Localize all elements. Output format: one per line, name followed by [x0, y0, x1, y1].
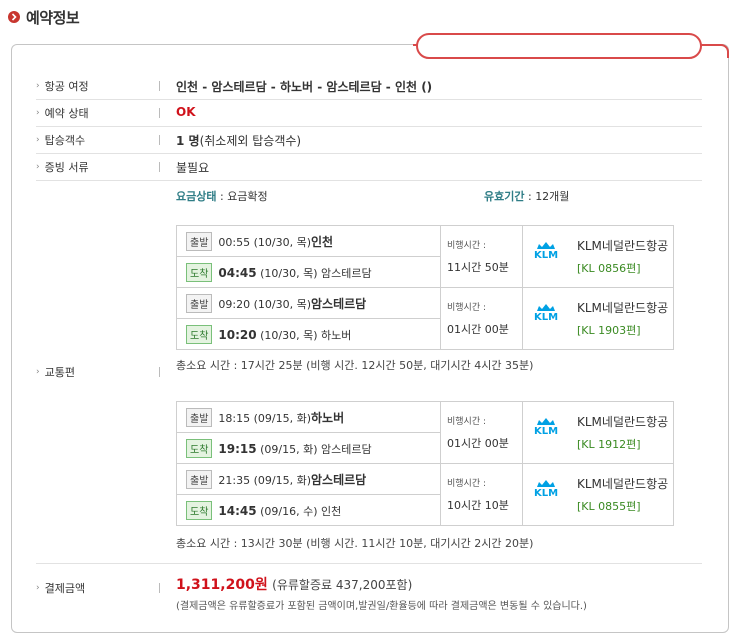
- itinerary-label: › 항공 여정: [36, 80, 89, 93]
- departure-segment: 출발 21:35 (09/15, 화)암스테르담: [176, 463, 441, 495]
- departure-segment: 출발 00:55 (10/30, 목)인천: [176, 225, 441, 257]
- fare-status: 요금상태 : 요금확정: [176, 190, 268, 203]
- itinerary-value: 인천 - 암스테르담 - 하노버 - 암스테르담 - 인천 (): [176, 80, 433, 94]
- arrival-segment: 도착 14:45 (09/16, 수) 인천: [176, 494, 441, 526]
- page-header: 예약정보: [8, 6, 80, 28]
- klm-crown-icon: KLM: [531, 479, 561, 499]
- table-row: 출발 00:55 (10/30, 목)인천 비행시간 :11시간 50분 KLM …: [176, 225, 674, 288]
- fare-validity: 유효기간 : 12개월: [484, 190, 570, 203]
- airline-cell: KLM KLM네덜란드항공 [KL 1903편]: [522, 287, 674, 350]
- table-row: 출발 09:20 (10/30, 목)암스테르담 비행시간 :01시간 00분 K…: [176, 287, 674, 350]
- flight-duration: 비행시간 :10시간 10분: [440, 463, 523, 526]
- departure-segment: 출발 09:20 (10/30, 목)암스테르담: [176, 287, 441, 319]
- flight-duration: 비행시간 :11시간 50분: [440, 225, 523, 288]
- klm-crown-icon: KLM: [531, 241, 561, 261]
- table-row: 출발 21:35 (09/15, 화)암스테르담 비행시간 :10시간 10분 K…: [176, 463, 674, 526]
- airline-cell: KLM KLM네덜란드항공 [KL 0856편]: [522, 225, 674, 288]
- outbound-total-time: 총소요 시간 : 17시간 25분 (비행 시간. 12시간 50분, 대기시간…: [176, 359, 534, 372]
- documents-value: 불필요: [176, 161, 210, 175]
- table-row: 출발 18:15 (09/15, 화)하노버 비행시간 :01시간 00분 KLM…: [176, 401, 674, 464]
- transport-label: › 교통편: [36, 366, 75, 379]
- page-title: 예약정보: [26, 8, 80, 27]
- klm-crown-icon: KLM: [531, 417, 561, 437]
- departure-segment: 출발 18:15 (09/15, 화)하노버: [176, 401, 441, 433]
- flight-duration: 비행시간 :01시간 00분: [440, 287, 523, 350]
- documents-label: › 증빙 서류: [36, 161, 89, 174]
- klm-crown-icon: KLM: [531, 303, 561, 323]
- status-label: › 예약 상태: [36, 107, 89, 120]
- payment-note: (결제금액은 유류할증료가 포함된 금액이며,발권일/환율등에 따라 결제금액은…: [176, 601, 587, 612]
- arrival-segment: 도착 10:20 (10/30, 목) 하노버: [176, 318, 441, 350]
- status-value: OK: [176, 105, 196, 119]
- passengers-value: 1 명(취소제외 탑승객수): [176, 134, 302, 148]
- arrival-segment: 도착 19:15 (09/15, 화) 암스테르담: [176, 432, 441, 464]
- outbound-flights-table: 출발 00:55 (10/30, 목)인천 비행시간 :11시간 50분 KLM …: [176, 225, 674, 350]
- airline-cell: KLM KLM네덜란드항공 [KL 0855편]: [522, 463, 674, 526]
- inbound-flights-table: 출발 18:15 (09/15, 화)하노버 비행시간 :01시간 00분 KLM…: [176, 401, 674, 526]
- airline-cell: KLM KLM네덜란드항공 [KL 1912편]: [522, 401, 674, 464]
- payment-amount: 1,311,200원 (유류할증료 437,200포함): [176, 577, 413, 593]
- payment-label: › 결제금액: [36, 582, 86, 595]
- arrival-segment: 도착 04:45 (10/30, 목) 암스테르담: [176, 256, 441, 288]
- flight-duration: 비행시간 :01시간 00분: [440, 401, 523, 464]
- chevron-right-icon: [8, 11, 20, 23]
- tab-pill[interactable]: [416, 33, 702, 59]
- passengers-label: › 탑승객수: [36, 134, 86, 147]
- inbound-total-time: 총소요 시간 : 13시간 30분 (비행 시간. 11시간 10분, 대기시간…: [176, 537, 534, 550]
